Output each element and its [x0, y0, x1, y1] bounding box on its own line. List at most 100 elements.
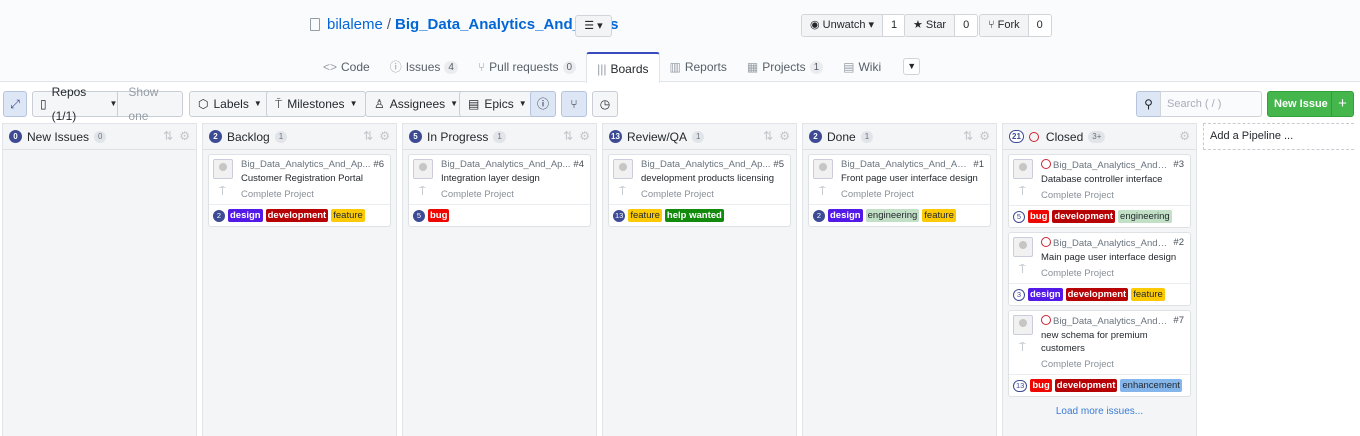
boards-icon: ||| — [597, 61, 607, 76]
label-badge[interactable]: engineering — [1118, 210, 1172, 223]
chevron-down-icon: ▼ — [109, 99, 118, 108]
label-badge[interactable]: development — [265, 209, 329, 222]
tab-projects[interactable]: ▦ Projects 1 — [737, 52, 833, 82]
star-count[interactable]: 0 — [955, 15, 978, 36]
pipeline-column: 13 Review/QA 1 ⇅ ⚙ ⍑ Big_Data_Analytics_An… — [602, 123, 797, 436]
repos-filter[interactable]: ▯ Repos (1/1) ▼ Show one — [32, 85, 183, 123]
issue-card[interactable]: ⍑ Big_Data_Analytics_And_Apps #1 Front p… — [808, 154, 991, 227]
label-badge[interactable]: design — [828, 209, 863, 222]
search-button[interactable]: ⚲ — [1136, 91, 1161, 117]
new-issue-button[interactable]: New Issue + — [1267, 91, 1354, 117]
estimate-badge: 3 — [1013, 288, 1025, 301]
pipeline-header: 13 Review/QA 1 ⇅ ⚙ — [603, 124, 796, 150]
gear-icon[interactable]: ⚙ — [379, 130, 390, 142]
sort-icon[interactable]: ⇅ — [963, 130, 973, 142]
estimate-badge: 5 — [413, 209, 425, 222]
pipeline-header: 0 New Issues 0 ⇅ ⚙ — [3, 124, 196, 150]
issue-card[interactable]: ⍑ Big_Data_Analytics_And_Ap... #5 develo… — [608, 154, 791, 227]
sort-icon[interactable]: ⇅ — [763, 130, 773, 142]
tab-label: Boards — [610, 61, 649, 76]
tab-code[interactable]: <> Code — [313, 52, 380, 82]
issue-card[interactable]: ⍑ Big_Data_Analytics_And_Ap... #7 new sc… — [1008, 310, 1191, 397]
label-badge[interactable]: engineering — [865, 209, 920, 222]
issue-title[interactable]: development products licensing — [641, 172, 784, 185]
epics-filter[interactable]: ▤ Epics ▼ — [459, 91, 536, 117]
labels-filter[interactable]: ⬡ Labels ▼ — [189, 91, 271, 117]
expand-button[interactable]: ⤢ — [3, 91, 27, 117]
avatar — [413, 159, 433, 179]
issues-toggle[interactable]: ⓘ — [530, 91, 556, 117]
sort-icon[interactable]: ⇅ — [563, 130, 573, 142]
watch-button[interactable]: ◉ Unwatch ▾ 1 — [801, 14, 907, 37]
label-badge[interactable]: feature — [922, 209, 956, 222]
pipeline-name: Closed — [1045, 129, 1084, 144]
tab-boards[interactable]: ||| Boards — [586, 52, 660, 83]
closed-toggle[interactable]: ◷ — [592, 91, 618, 117]
issue-card[interactable]: ⍑ Big_Data_Analytics_And_Ap... #2 Main p… — [1008, 232, 1191, 306]
card-milestone: Complete Project — [841, 189, 914, 200]
issue-card[interactable]: ⍑ Big_Data_Analytics_And_Ap... #6 Custom… — [208, 154, 391, 227]
tab-reports[interactable]: ▥ Reports — [660, 52, 737, 82]
pipeline-count: 1 — [692, 130, 705, 143]
add-pipeline-button[interactable]: Add a Pipeline ... — [1203, 123, 1354, 150]
tab-count: 1 — [809, 60, 824, 74]
issue-number: #4 — [573, 159, 584, 170]
issue-title[interactable]: Main page user interface design — [1041, 251, 1184, 264]
gear-icon[interactable]: ⚙ — [779, 130, 790, 142]
issue-title[interactable]: Database controller interface — [1041, 173, 1184, 186]
assignees-filter[interactable]: ♙ Assignees ▼ — [365, 91, 468, 117]
tab-issues[interactable]: ⓘ Issues 4 — [380, 52, 468, 82]
label-badge[interactable]: bug — [428, 209, 450, 222]
fork-count[interactable]: 0 — [1028, 15, 1051, 36]
issue-title[interactable]: new schema for premium customers — [1041, 329, 1184, 355]
label-badge[interactable]: feature — [628, 209, 662, 222]
star-icon: ★ — [913, 19, 926, 31]
fork-button[interactable]: ⑂ Fork 0 — [979, 14, 1052, 37]
plus-icon[interactable]: + — [1331, 92, 1353, 116]
watch-count[interactable]: 1 — [883, 15, 906, 36]
tab-pull-requests[interactable]: ⑂ Pull requests 0 — [468, 52, 586, 82]
repo-menu-button[interactable]: ☰ ▾ — [575, 15, 612, 37]
code-icon: <> — [323, 60, 338, 74]
issue-card[interactable]: ⍑ Big_Data_Analytics_And_Ap... #4 Integr… — [408, 154, 591, 227]
tab-wiki[interactable]: ▤ Wiki — [833, 52, 891, 82]
label-badge[interactable]: design — [228, 209, 263, 222]
milestones-filter[interactable]: ⍑ Milestones ▼ — [266, 91, 367, 117]
issue-title[interactable]: Front page user interface design — [841, 172, 984, 185]
gear-icon[interactable]: ⚙ — [1179, 130, 1190, 142]
tag-icon: ⬡ — [198, 97, 209, 111]
repo-owner-link[interactable]: bilaleme — [327, 16, 383, 33]
gear-icon[interactable]: ⚙ — [979, 130, 990, 142]
pipeline-column: 2 Done 1 ⇅ ⚙ ⍑ Big_Data_Analytics_And_Apps… — [802, 123, 997, 436]
label-badge[interactable]: feature — [1131, 288, 1165, 301]
epics-label: Epics — [484, 97, 514, 111]
label-badge[interactable]: bug — [1028, 210, 1050, 223]
gear-icon[interactable]: ⚙ — [579, 130, 590, 142]
search-input[interactable]: Search ( / ) — [1160, 91, 1262, 117]
label-badge[interactable]: help wanted — [664, 209, 724, 222]
more-tabs-button[interactable]: ▼ — [903, 58, 921, 75]
issue-card[interactable]: ⍑ Big_Data_Analytics_And_Ap... #3 Databa… — [1008, 154, 1191, 228]
label-badge[interactable]: design — [1028, 288, 1063, 301]
label-badge[interactable]: bug — [1030, 379, 1052, 392]
label-badge[interactable]: enhancement — [1120, 379, 1182, 392]
sort-icon[interactable]: ⇅ — [363, 130, 373, 142]
pull-request-icon: ⑂ — [477, 60, 486, 74]
fork-icon: ⑂ — [988, 19, 998, 31]
label-badge[interactable]: development — [1054, 379, 1118, 392]
label-badge[interactable]: development — [1065, 288, 1129, 301]
pipeline-count: 0 — [94, 130, 107, 143]
label-badge[interactable]: development — [1052, 210, 1116, 223]
load-more-link[interactable]: Load more issues... — [1003, 406, 1196, 417]
star-button[interactable]: ★ Star 0 — [904, 14, 979, 37]
issue-number: #6 — [373, 159, 384, 170]
chevron-down-icon: ▼ — [450, 99, 459, 108]
gear-icon[interactable]: ⚙ — [179, 130, 190, 142]
issue-title[interactable]: Customer Registration Portal — [241, 172, 384, 185]
label-badge[interactable]: feature — [331, 209, 365, 222]
estimate-badge: 2 — [213, 209, 225, 222]
sort-icon[interactable]: ⇅ — [163, 130, 173, 142]
show-one-button[interactable]: Show one — [123, 80, 182, 128]
pull-requests-toggle[interactable]: ⑂ — [561, 91, 587, 117]
issue-title[interactable]: Integration layer design — [441, 172, 584, 185]
